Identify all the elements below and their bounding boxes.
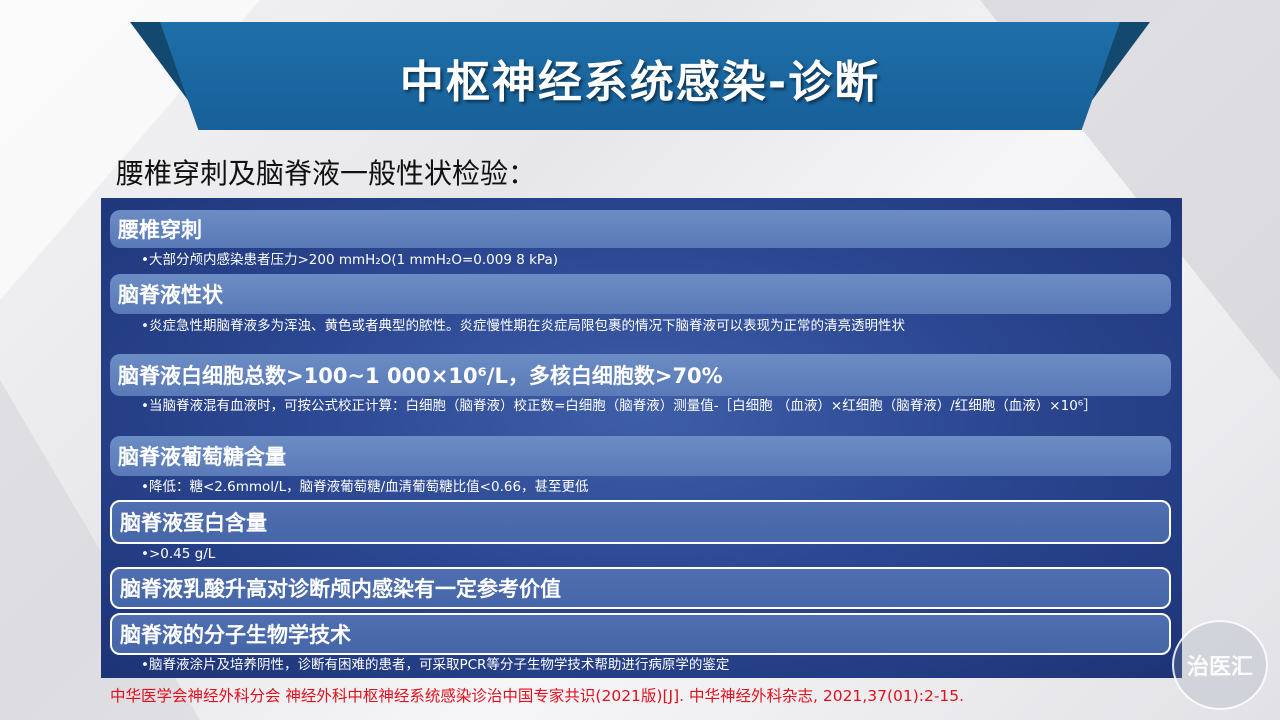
section-heading: 腰椎穿刺 <box>110 210 1171 248</box>
section-heading: 脑脊液乳酸升高对诊断颅内感染有一定参考价值 <box>110 567 1171 609</box>
citation: 中华医学会神经外科分会 神经外科中枢神经系统感染诊治中国专家共识(2021版)[… <box>110 687 965 705</box>
section-bullet: •大部分颅内感染患者压力>200 mmH₂O(1 mmH₂O=0.009 8 k… <box>141 252 558 268</box>
watermark-logo: 治医汇 <box>1172 620 1268 710</box>
section-heading: 脑脊液蛋白含量 <box>110 500 1171 544</box>
section-heading: 脑脊液葡萄糖含量 <box>110 436 1171 476</box>
title-banner: 中枢神经系统感染-诊断 <box>130 22 1150 130</box>
section-bullet: •炎症急性期脑脊液多为浑浊、黄色或者典型的脓性。炎症慢性期在炎症局限包裹的情况下… <box>141 318 905 334</box>
section-bullet: •>0.45 g/L <box>141 546 216 562</box>
slide-subtitle: 腰椎穿刺及脑脊液一般性状检验： <box>116 157 537 190</box>
section-bullet: •降低：糖<2.6mmol/L，脑脊液葡萄糖/血清葡萄糖比值<0.66，甚至更低 <box>141 479 589 495</box>
section-bullet: •脑脊液涂片及培养阴性，诊断有困难的患者，可采取PCR等分子生物学技术帮助进行病… <box>141 657 730 673</box>
section-bullet: •当脑脊液混有血液时，可按公式校正计算：白细胞（脑脊液）校正数=白细胞（脑脊液）… <box>141 398 1097 414</box>
section-heading: 脑脊液性状 <box>110 274 1171 314</box>
slide-title: 中枢神经系统感染-诊断 <box>399 57 881 108</box>
section-heading: 脑脊液白细胞总数>100~1 000×10⁶/L，多核白细胞数>70% <box>110 354 1171 396</box>
section-heading: 脑脊液的分子生物学技术 <box>110 613 1171 655</box>
content-panel: 腰椎穿刺 •大部分颅内感染患者压力>200 mmH₂O(1 mmH₂O=0.00… <box>101 198 1182 678</box>
